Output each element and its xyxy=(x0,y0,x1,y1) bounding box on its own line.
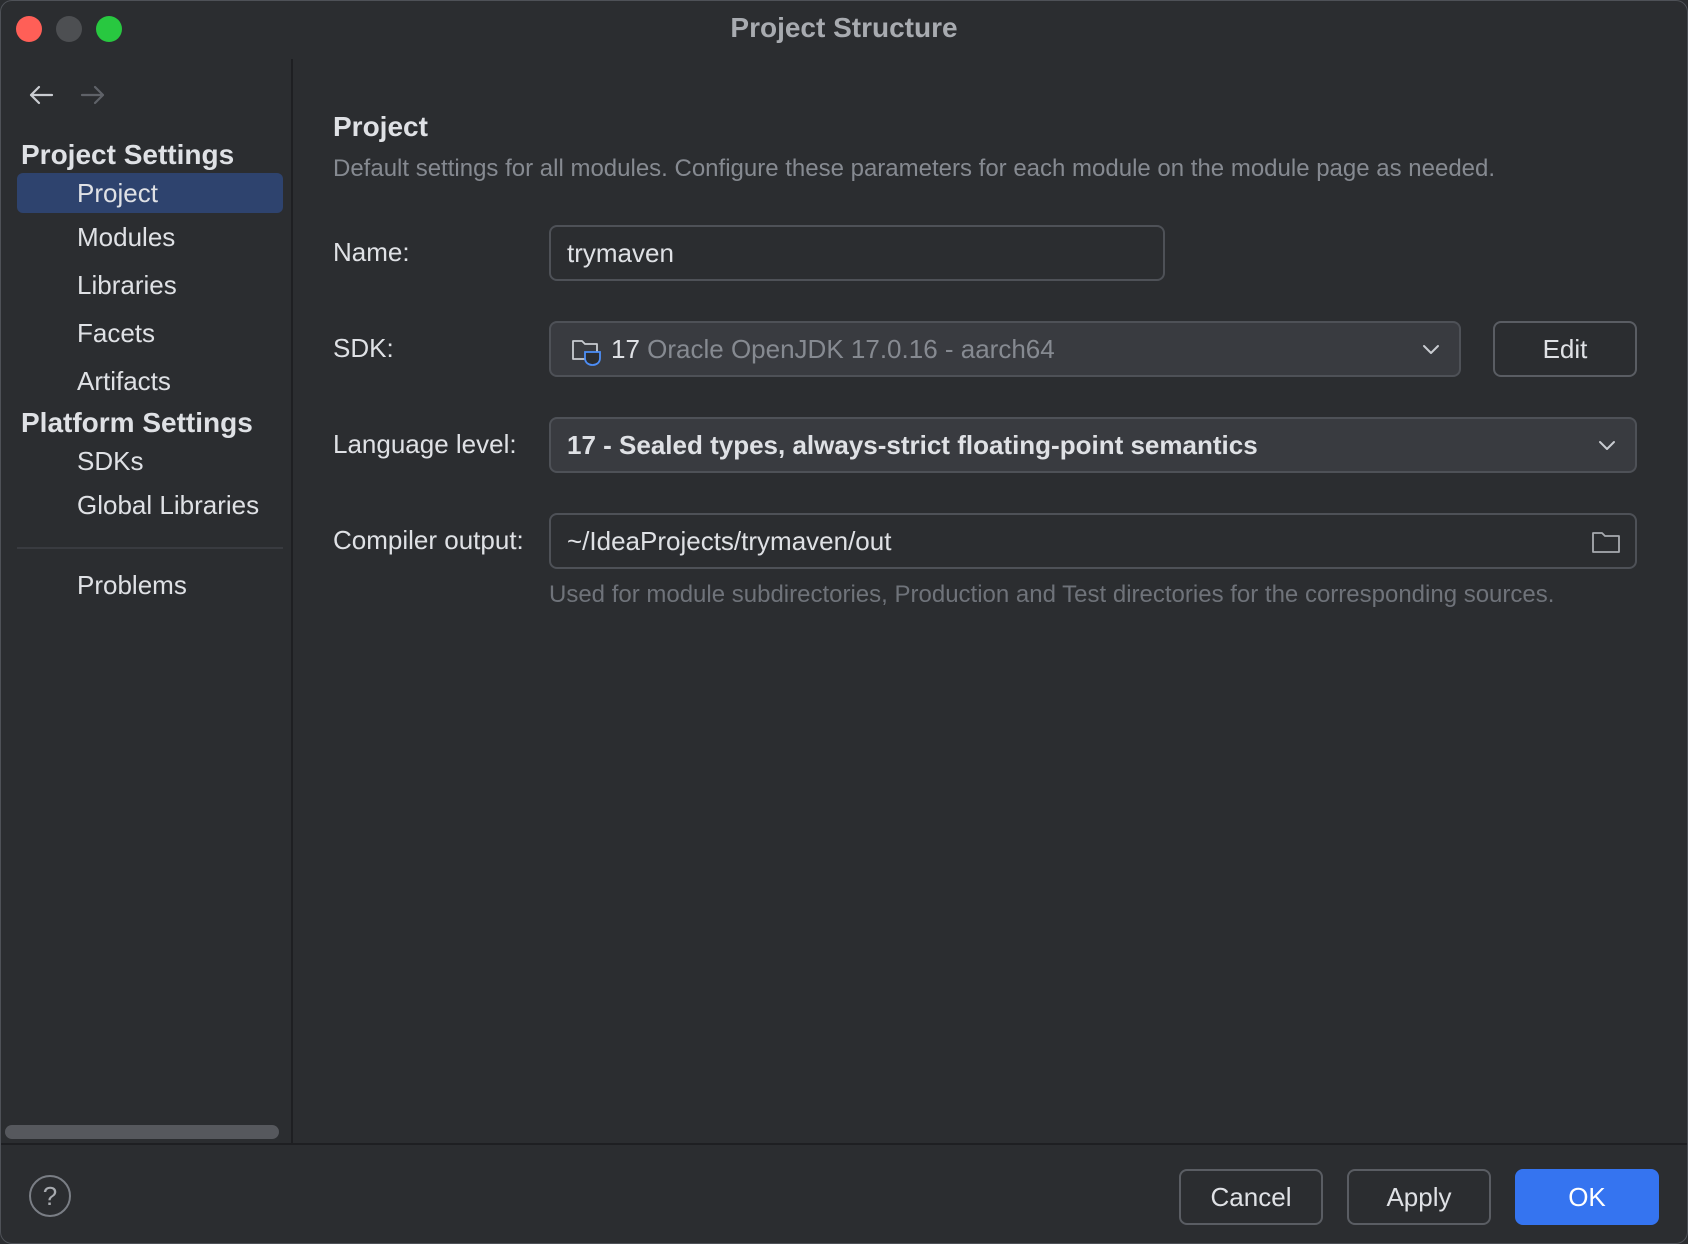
window-title: Project Structure xyxy=(730,12,958,43)
sdk-name: Oracle OpenJDK 17.0.16 - aarch64 xyxy=(647,334,1055,364)
ok-button[interactable]: OK xyxy=(1515,1169,1659,1225)
sidebar-divider xyxy=(17,547,283,549)
sidebar-item-facets[interactable]: Facets xyxy=(17,313,283,353)
chevron-down-icon xyxy=(1423,345,1439,354)
apply-button[interactable]: Apply xyxy=(1347,1169,1491,1225)
forward-arrow-icon[interactable] xyxy=(77,79,109,111)
sidebar-item-global-libraries[interactable]: Global Libraries xyxy=(17,485,283,525)
language-level-value: 17 - Sealed types, always-strict floatin… xyxy=(567,430,1258,460)
compiler-output-label: Compiler output: xyxy=(333,525,524,555)
help-icon[interactable]: ? xyxy=(29,1175,71,1217)
project-settings-heading: Project Settings xyxy=(21,139,235,170)
sidebar-item-sdks[interactable]: SDKs xyxy=(17,441,283,481)
compiler-output-input[interactable]: ~/IdeaProjects/trymaven/out xyxy=(549,513,1637,569)
project-name-input[interactable]: trymaven xyxy=(549,225,1165,281)
language-level-label: Language level: xyxy=(333,429,517,459)
page-title: Project xyxy=(333,111,428,142)
folder-icon[interactable] xyxy=(1591,529,1621,555)
compiler-output-hint: Used for module subdirectories, Producti… xyxy=(549,581,1555,608)
sidebar-item-libraries[interactable]: Libraries xyxy=(17,265,283,305)
sidebar-horizontal-scrollbar[interactable] xyxy=(5,1125,279,1139)
back-arrow-icon[interactable] xyxy=(25,79,57,111)
dialog-footer: ? Cancel Apply OK xyxy=(1,1143,1687,1243)
sdk-version: 17 xyxy=(611,334,640,364)
sidebar-item-modules[interactable]: Modules xyxy=(17,217,283,257)
page-description: Default settings for all modules. Config… xyxy=(333,155,1496,182)
edit-sdk-button[interactable]: Edit xyxy=(1493,321,1637,377)
sdk-label: SDK: xyxy=(333,333,394,363)
platform-settings-heading: Platform Settings xyxy=(21,407,253,438)
settings-sidebar: Project Settings Project Modules Librari… xyxy=(1,59,293,1143)
language-level-dropdown[interactable]: 17 - Sealed types, always-strict floatin… xyxy=(549,417,1637,473)
compiler-output-value: ~/IdeaProjects/trymaven/out xyxy=(567,526,892,556)
name-label: Name: xyxy=(333,237,410,267)
chevron-down-icon xyxy=(1599,441,1615,450)
sdk-dropdown[interactable]: 17 Oracle OpenJDK 17.0.16 - aarch64 xyxy=(549,321,1461,377)
sidebar-item-project[interactable]: Project xyxy=(17,173,283,213)
project-structure-window: Project Structure Project Settings Proje… xyxy=(0,0,1688,1244)
sidebar-item-artifacts[interactable]: Artifacts xyxy=(17,361,283,401)
project-settings-panel: Project Default settings for all modules… xyxy=(293,59,1687,1143)
cancel-button[interactable]: Cancel xyxy=(1179,1169,1323,1225)
sidebar-item-problems[interactable]: Problems xyxy=(17,565,283,605)
jdk-folder-icon xyxy=(572,340,601,366)
title-bar: Project Structure xyxy=(1,1,1687,57)
